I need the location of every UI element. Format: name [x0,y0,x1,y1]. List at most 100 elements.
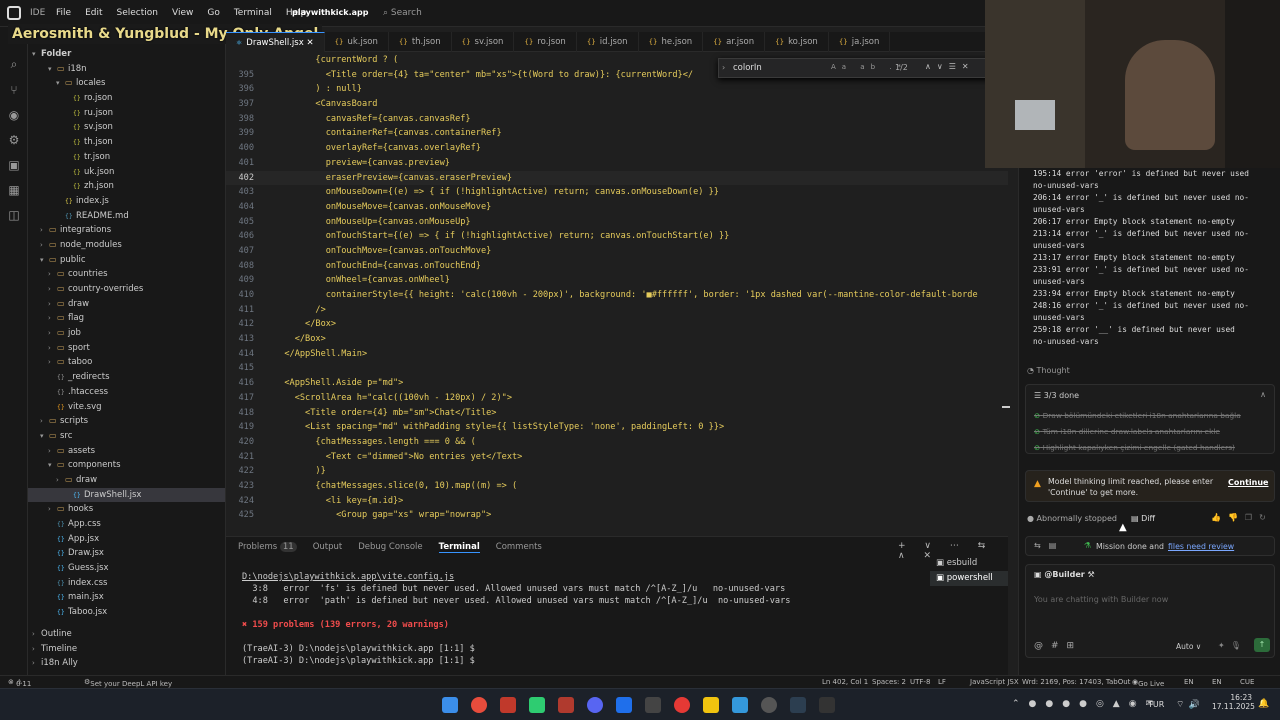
tree-file[interactable]: {} .htaccess [28,385,225,400]
code-line[interactable]: 425 <Group gap="xs" wrap="nowrap"> [226,508,1008,523]
tree-folder[interactable]: › ▭ country-overrides [28,282,225,297]
tree-folder[interactable]: › ▭ assets [28,444,225,459]
tab-ja-json[interactable]: {} ja.json [829,32,891,52]
network-volume-icons[interactable]: ⌔🔊 [1176,699,1204,710]
tab-ro-json[interactable]: {} ro.json [514,32,577,52]
close-icon[interactable]: ✕ [304,38,313,48]
tab-ko-json[interactable]: {} ko.json [765,32,829,52]
code-line[interactable]: 408 onTouchEnd={canvas.onTouchEnd} [226,259,1008,274]
code-line[interactable]: 422 )} [226,464,1008,479]
github-icon[interactable] [761,697,777,713]
tab-he-json[interactable]: {} he.json [639,32,704,52]
code-line[interactable]: 413 </Box> [226,332,1008,347]
tree-file[interactable]: {} README.md [28,209,225,224]
extensions-icon[interactable]: ⚙ [0,127,28,152]
menu-edit[interactable]: Edit [85,8,102,18]
problems-status[interactable]: ⊗ 0 ⚠ 11 [8,678,31,688]
code-line[interactable]: 414 </AppShell.Main> [226,347,1008,362]
edge-icon[interactable] [732,697,748,713]
tree-folder[interactable]: › ▭ taboo [28,355,225,370]
chevron-right-icon[interactable]: › [722,63,725,72]
code-line[interactable]: 421 <Text c="dimmed">No entries yet</Tex… [226,450,1008,465]
terminal-session-esbuild[interactable]: ▣ esbuild [930,556,1008,571]
tree-folder[interactable]: › ▭ integrations [28,223,225,238]
tree-folder[interactable]: › ▭ hooks [28,502,225,517]
code-line[interactable]: 423 {chatMessages.slice(0, 10).map((m) =… [226,479,1008,494]
command-search[interactable]: ⌕ Search [383,8,422,18]
tree-file[interactable]: {} ro.json [28,91,225,106]
terminal-output[interactable]: D:\nodejs\playwithkick.app\vite.config.j… [242,571,790,667]
code-line[interactable]: 400 overlayRef={canvas.overlayRef} [226,141,1008,156]
collapse-icon[interactable]: ∧ [1260,390,1266,399]
tree-folder[interactable]: › ▭ draw [28,297,225,312]
tree-file[interactable]: {} _redirects [28,370,225,385]
menu-go[interactable]: Go [207,8,219,18]
tab-th-json[interactable]: {} th.json [389,32,452,52]
tree-file[interactable]: {} ru.json [28,106,225,121]
code-line[interactable]: 406 onTouchStart={(e) => { if (!highligh… [226,229,1008,244]
find-input[interactable]: colorIn [733,63,762,73]
review-link[interactable]: files need review [1168,542,1234,551]
cue-status[interactable]: CUE [1240,678,1254,686]
code-line[interactable]: 405 onMouseUp={canvas.onMouseUp} [226,215,1008,230]
code-line[interactable]: 418 <Title order={4} mb="sm">Chat</Title… [226,406,1008,421]
tree-file[interactable]: {} Guess.jsx [28,561,225,576]
keyboard-status-2[interactable]: EN [1212,678,1222,686]
mic-icons[interactable]: ✦🎙 [1218,641,1247,650]
tab-problems[interactable]: Problems 11 [238,542,297,553]
code-line[interactable]: 419 <List spacing="md" withPadding style… [226,420,1008,435]
source-control-icon[interactable]: ⑂ [0,77,28,102]
discord-icon[interactable] [587,697,603,713]
youtube-icon[interactable] [674,697,690,713]
puzzle-icon[interactable]: ◫ [0,202,28,227]
tree-file[interactable]: {} zh.json [28,179,225,194]
code-line[interactable]: 417 <ScrollArea h="calc((100vh - 120px) … [226,391,1008,406]
menu-view[interactable]: View [172,8,193,18]
tree-file[interactable]: {} uk.json [28,165,225,180]
code-line[interactable]: 396 ) : null} [226,82,1008,97]
tab-debug-console[interactable]: Debug Console [358,542,422,553]
steam-icon[interactable] [790,697,806,713]
tree-file[interactable]: {} Draw.jsx [28,546,225,561]
notification-icon[interactable]: 🔔 [1258,699,1269,709]
filezilla-icon[interactable] [558,697,574,713]
tree-file[interactable]: {} index.css [28,576,225,591]
app-icon[interactable] [819,697,835,713]
tab-drawshell-jsx[interactable]: ⚛ DrawShell.jsx ✕ [226,32,325,52]
tree-file[interactable]: {} th.json [28,135,225,150]
tree-root[interactable]: ▾ Folder [28,47,225,62]
cursor-position[interactable]: Ln 402, Col 1 [822,678,868,686]
tree-file[interactable]: {} App.css [28,517,225,532]
clock[interactable]: 16:23 17.11.2025 [1212,693,1255,711]
tree-folder[interactable]: ▾ ▭ components [28,458,225,473]
tree-folder[interactable]: ▾ ▭ src [28,429,225,444]
terminal-session-powershell[interactable]: ▣ powershell [930,571,1008,586]
encoding-status[interactable]: UTF-8 [910,678,930,686]
tree-folder[interactable]: › ▭ draw [28,473,225,488]
debug-icon[interactable]: ◉ [0,102,28,127]
tab-uk-json[interactable]: {} uk.json [325,32,389,52]
code-line[interactable]: 402 eraserPreview={canvas.eraserPreview} [226,170,1008,186]
language-status[interactable]: JavaScript JSX [970,678,1019,686]
code-line[interactable]: 404 onMouseMove={canvas.onMouseMove} [226,200,1008,215]
code-line[interactable]: 411 /> [226,303,1008,318]
code-line[interactable]: 416 <AppShell.Aside p="md"> [226,376,1008,391]
find-nav-icons[interactable]: ∧∨☰✕ [925,62,975,71]
builder-agent-tag[interactable]: ▣ @Builder ⚒ [1034,570,1095,579]
tree-folder[interactable]: › ▭ countries [28,267,225,282]
tree-file[interactable]: {} DrawShell.jsx [28,487,225,503]
continue-button[interactable]: Continue [1228,478,1268,487]
chrome-icon[interactable] [471,697,487,713]
input-language[interactable]: TUR [1148,700,1164,709]
code-line[interactable]: 410 containerStyle={{ height: 'calc(100v… [226,288,1008,303]
tree-folder[interactable]: › ▭ job [28,326,225,341]
code-line[interactable]: 398 canvasRef={canvas.canvasRef} [226,112,1008,127]
tab-comments[interactable]: Comments [496,542,542,553]
tree-folder[interactable]: › ▭ scripts [28,414,225,429]
diff-button[interactable]: ▤ Diff [1131,514,1155,523]
tab-ar-json[interactable]: {} ar.json [703,32,766,52]
code-line[interactable]: 397 <CanvasBoard [226,97,1008,112]
tree-folder[interactable]: ▾ ▭ public [28,253,225,268]
tree-file[interactable]: {} tr.json [28,150,225,165]
code-line[interactable]: 409 onWheel={canvas.onWheel} [226,273,1008,288]
